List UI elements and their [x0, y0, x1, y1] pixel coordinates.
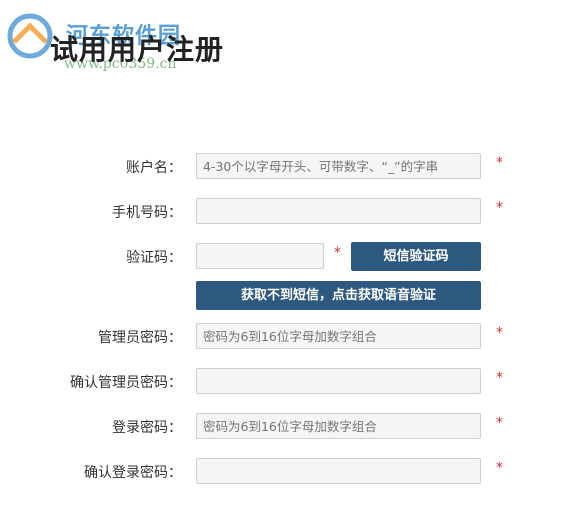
required-star: *: [496, 200, 503, 216]
required-star: *: [334, 245, 341, 261]
voice-code-button[interactable]: 获取不到短信，点击获取语音验证: [196, 281, 481, 310]
account-label: 账户名：: [126, 160, 182, 176]
required-star: *: [496, 460, 503, 476]
form-row-phone: 手机号码： *: [0, 198, 565, 226]
confirm-admin-password-input[interactable]: [196, 368, 481, 394]
phone-input[interactable]: [196, 198, 481, 224]
form-row-confirm-login-password: 确认登录密码： *: [0, 458, 565, 486]
form-row-login-password: 登录密码： *: [0, 413, 565, 441]
confirm-login-password-label: 确认登录密码：: [84, 465, 182, 481]
verify-code-label: 验证码：: [126, 250, 182, 266]
admin-password-label: 管理员密码：: [98, 330, 182, 346]
sms-code-button[interactable]: 短信验证码: [351, 242, 481, 271]
required-star: *: [496, 415, 503, 431]
login-password-label: 登录密码：: [112, 420, 182, 436]
watermark-logo-icon: [7, 13, 53, 59]
admin-password-input[interactable]: [196, 323, 481, 349]
form-row-confirm-admin-password: 确认管理员密码： *: [0, 368, 565, 396]
confirm-admin-password-label: 确认管理员密码：: [70, 375, 182, 391]
required-star: *: [496, 325, 503, 341]
form-row-account: 账户名： *: [0, 153, 565, 181]
login-password-input[interactable]: [196, 413, 481, 439]
verify-code-input[interactable]: [196, 243, 324, 269]
required-star: *: [496, 155, 503, 171]
required-star: *: [496, 370, 503, 386]
account-input[interactable]: [196, 153, 481, 179]
phone-label: 手机号码：: [112, 205, 182, 221]
confirm-login-password-input[interactable]: [196, 458, 481, 484]
form-row-admin-password: 管理员密码： *: [0, 323, 565, 351]
page-title: 试用用户注册: [50, 33, 225, 66]
